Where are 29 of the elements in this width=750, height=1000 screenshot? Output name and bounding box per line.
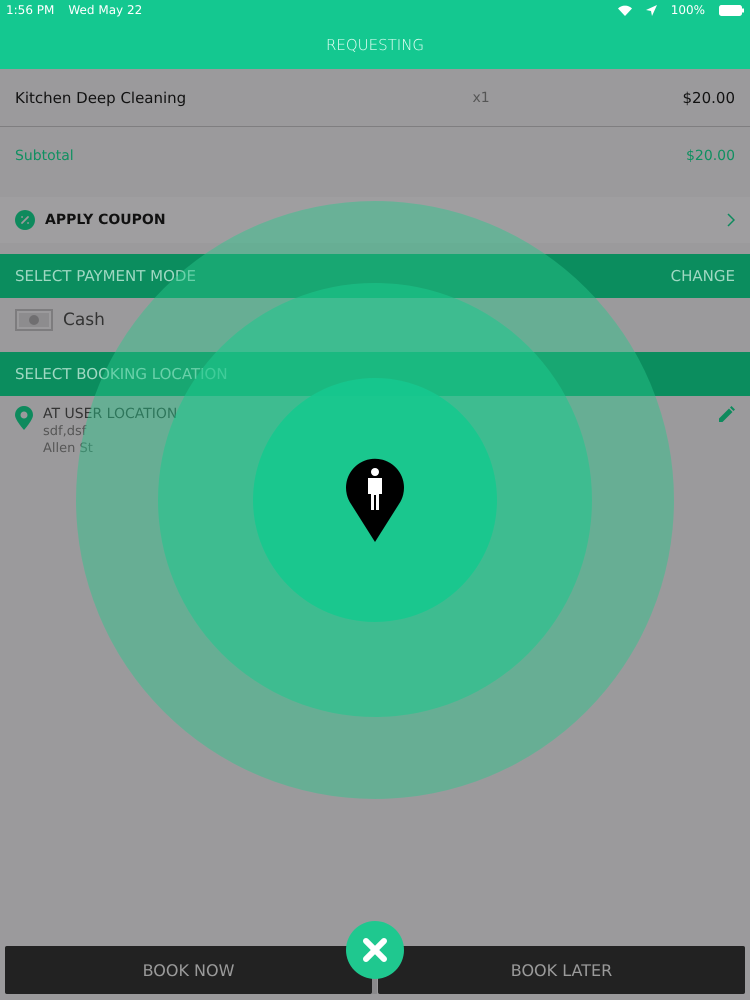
payment-heading: SELECT PAYMENT MODE bbox=[15, 267, 196, 285]
payment-method: Cash bbox=[63, 310, 105, 330]
chevron-right-icon bbox=[727, 213, 735, 227]
battery-percent: 100% bbox=[670, 3, 705, 17]
address-line: sdf,dsf bbox=[43, 424, 88, 439]
cash-icon bbox=[15, 309, 53, 331]
book-now-button[interactable]: BOOK NOW bbox=[5, 946, 372, 994]
subtotal-amount: $20.00 bbox=[686, 148, 735, 164]
map-pin-icon bbox=[15, 406, 33, 430]
item-price: $20.00 bbox=[682, 88, 735, 106]
book-later-button[interactable]: BOOK LATER bbox=[378, 946, 745, 994]
location-heading: SELECT BOOKING LOCATION bbox=[15, 365, 228, 383]
location-arrow-icon bbox=[646, 4, 657, 16]
location-title: AT USER LOCATION bbox=[43, 406, 178, 422]
person-pin-icon bbox=[345, 458, 405, 542]
apply-coupon-label: APPLY COUPON bbox=[45, 212, 166, 228]
close-icon bbox=[362, 937, 388, 963]
cancel-button-stem bbox=[372, 978, 377, 994]
subtotal-label: Subtotal bbox=[15, 148, 74, 164]
status-time: 1:56 PM bbox=[6, 3, 54, 17]
wifi-icon bbox=[618, 4, 632, 16]
address-line: Allen St bbox=[43, 441, 94, 456]
coupon-icon bbox=[15, 210, 35, 230]
apply-coupon-row[interactable]: APPLY COUPON bbox=[0, 197, 750, 243]
item-name: Kitchen Deep Cleaning bbox=[15, 88, 186, 106]
status-date: Wed May 22 bbox=[68, 3, 142, 17]
header-title: REQUESTING bbox=[326, 36, 424, 54]
battery-icon bbox=[719, 4, 744, 16]
item-quantity: x1 bbox=[472, 90, 491, 106]
